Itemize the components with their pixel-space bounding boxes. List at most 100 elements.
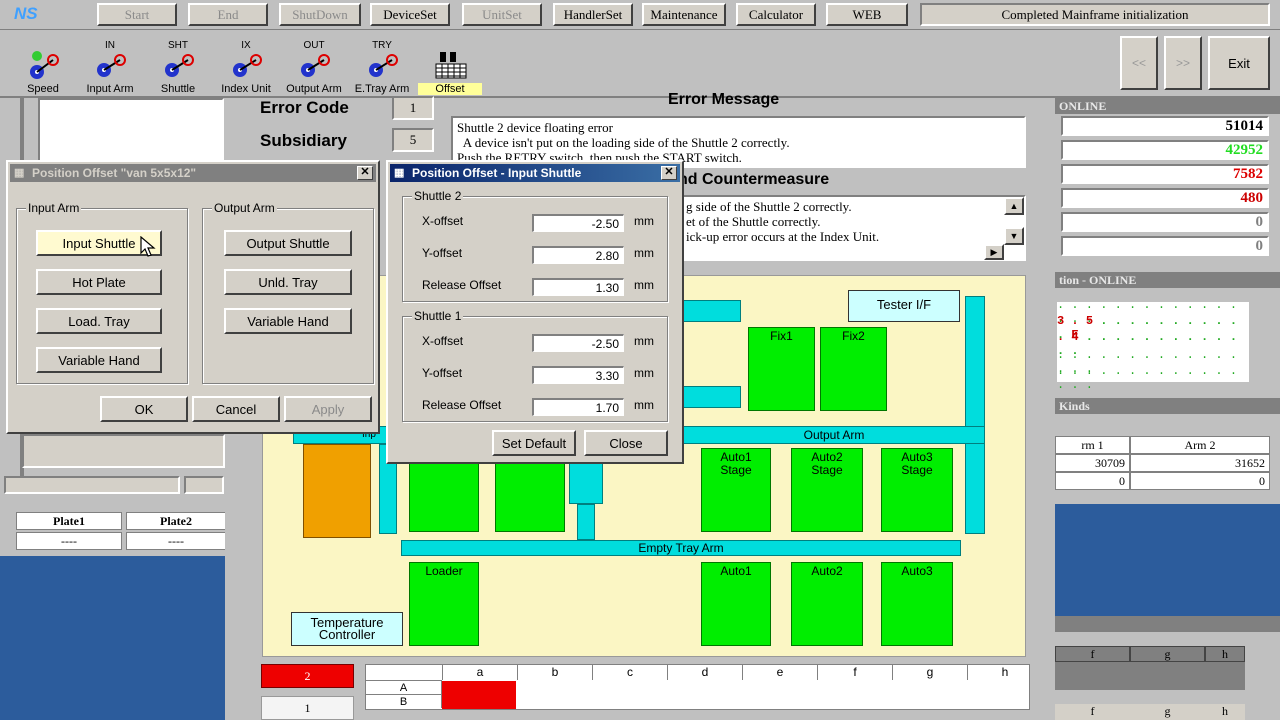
shuttle1-release-label: Release Offset	[422, 398, 502, 412]
counter-white: 1	[261, 696, 354, 720]
grid-col-header: c	[592, 665, 667, 680]
web-button[interactable]: WEB	[826, 3, 908, 26]
tool-label: Index Unit	[221, 83, 271, 95]
shuttle1-y-field[interactable]	[532, 366, 624, 384]
status-message: Completed Mainframe initialization	[920, 3, 1270, 26]
shuttle2-y-field[interactable]	[532, 246, 624, 264]
auto3-stage-label: Auto3 Stage	[901, 450, 933, 477]
left-scroll-area	[4, 476, 180, 494]
prev-button[interactable]: <<	[1120, 36, 1158, 90]
output-shuttle-button[interactable]: Output Shuttle	[224, 230, 352, 256]
counter-value: 7582	[1061, 164, 1269, 184]
set-default-button[interactable]: Set Default	[492, 430, 576, 456]
auto3-station: Auto3	[881, 562, 953, 646]
kinds-col-2: Arm 2	[1130, 436, 1270, 454]
tool-label: Output Arm	[286, 83, 342, 95]
counter-line-1: g side of the Shuttle 2 correctly.	[686, 199, 852, 214]
bottom-table-2: f g h	[1055, 704, 1245, 720]
loader-station: Loader	[409, 562, 479, 646]
shuttle1-label: Shuttle 1	[412, 309, 464, 323]
position-header: tion - ONLINE	[1055, 272, 1280, 288]
kinds-r1-c1: 30709	[1055, 454, 1130, 472]
calculator-button[interactable]: Calculator	[736, 3, 816, 26]
load-tray-button[interactable]: Load. Tray	[36, 308, 162, 334]
shuttle2-x-field[interactable]	[532, 214, 624, 232]
deviceset-button[interactable]: DeviceSet	[370, 3, 450, 26]
dialog-titlebar: ▦ Position Offset - Input Shuttle ✕	[390, 164, 680, 182]
app-window-icon: ▦	[14, 167, 25, 179]
scroll-up-icon[interactable]: ▲	[1004, 197, 1024, 215]
tool-label: Shuttle	[160, 83, 196, 95]
tool-etray-arm[interactable]: TRY E.Tray Arm	[350, 38, 414, 95]
unit-label: mm	[634, 366, 654, 380]
shuttle2-label: Shuttle 2	[412, 189, 464, 203]
shuttle2-x-label: X-offset	[422, 214, 464, 228]
arm-icon	[369, 54, 398, 77]
error-line-2: A device isn't put on the loading side o…	[457, 135, 790, 150]
shuttle1-release-field[interactable]	[532, 398, 624, 416]
start-button[interactable]: Start	[97, 3, 177, 26]
mouse-cursor-icon	[140, 236, 156, 257]
position-grid: abcdefgh A B	[365, 664, 1030, 710]
tool-label: E.Tray Arm	[354, 83, 410, 95]
kinds-r1-c2: 31652	[1130, 454, 1270, 472]
auto2-stage-label: Auto2 Stage	[811, 450, 843, 477]
grid-row-A: A	[366, 680, 442, 694]
scroll-down-icon[interactable]: ▼	[1004, 227, 1024, 245]
position-dots-4: . . . . . . . . . . . . . . . .	[1057, 364, 1238, 392]
ok-button[interactable]: OK	[100, 396, 188, 422]
auto2-station: Auto2	[791, 562, 863, 646]
plate2-header: Plate2	[126, 512, 226, 530]
plate1-header: Plate1	[16, 512, 122, 530]
kinds-header: Kinds	[1055, 398, 1280, 414]
unit-label: mm	[634, 334, 654, 348]
cancel-button[interactable]: Cancel	[192, 396, 280, 422]
tray-block	[303, 444, 371, 538]
position-dots-top: . . . . . . . . . . . . . . . .	[1057, 298, 1238, 326]
pos-4: 4	[1071, 330, 1079, 344]
hot-plate-button[interactable]: Hot Plate	[36, 269, 162, 295]
counter-line-2: et of the Shuttle correctly.	[686, 214, 821, 229]
shutdown-button[interactable]: ShutDown	[279, 3, 361, 26]
grid-row-B: B	[366, 694, 442, 708]
shuttle1-x-field[interactable]	[532, 334, 624, 352]
plate2-value: ----	[126, 532, 226, 550]
tester-rail	[965, 296, 985, 534]
tool-index-unit[interactable]: IX Index Unit	[214, 38, 278, 95]
counter-value: 0	[1061, 212, 1269, 232]
apply-button[interactable]: Apply	[284, 396, 372, 422]
tool-output-arm[interactable]: OUT Output Arm	[282, 38, 346, 95]
close-icon[interactable]: ✕	[661, 166, 677, 180]
output-variable-hand-button[interactable]: Variable Hand	[224, 308, 352, 334]
counter-list: 51014 42952 7582 480 0 0	[1061, 116, 1269, 260]
grid-col-header: e	[742, 665, 817, 680]
close-icon[interactable]: ✕	[357, 166, 373, 180]
toolbar: Speed IN Input Arm SHT Shuttle IX Index …	[0, 30, 1280, 98]
end-button[interactable]: End	[188, 3, 268, 26]
unitset-button[interactable]: UnitSet	[462, 3, 542, 26]
close-button[interactable]: Close	[584, 430, 668, 456]
shuttle2-y-label: Y-offset	[422, 246, 463, 260]
tool-speed[interactable]: Speed	[11, 38, 75, 95]
tool-offset[interactable]: Offset	[418, 38, 482, 95]
tool-shuttle[interactable]: SHT Shuttle	[146, 38, 210, 95]
shuttle1-y-label: Y-offset	[422, 366, 463, 380]
shuttle2-release-field[interactable]	[532, 278, 624, 296]
input-variable-hand-button[interactable]: Variable Hand	[36, 347, 162, 373]
tool-label: Speed	[27, 83, 59, 95]
auto3-stage: Auto3 Stage	[881, 448, 953, 532]
tool-input-arm[interactable]: IN Input Arm	[78, 38, 142, 95]
handlerset-button[interactable]: HandlerSet	[553, 3, 633, 26]
grid-col-header: h	[967, 665, 1042, 680]
kinds-col-1: rm 1	[1055, 436, 1130, 454]
exit-button[interactable]: Exit	[1208, 36, 1270, 90]
unld-tray-button[interactable]: Unld. Tray	[224, 269, 352, 295]
middle-conveyor	[681, 386, 741, 408]
tester-if-label: Tester I/F	[848, 290, 960, 322]
position-map: 3 . 5 . . . . . . . . . . . E . 4 . . . …	[1057, 298, 1249, 392]
shuttle1-x-label: X-offset	[422, 334, 464, 348]
maintenance-button[interactable]: Maintenance	[642, 3, 726, 26]
scroll-right-icon[interactable]: ▶	[984, 244, 1004, 260]
output-arm-rail: Output Arm	[683, 426, 985, 444]
next-button[interactable]: >>	[1164, 36, 1202, 90]
